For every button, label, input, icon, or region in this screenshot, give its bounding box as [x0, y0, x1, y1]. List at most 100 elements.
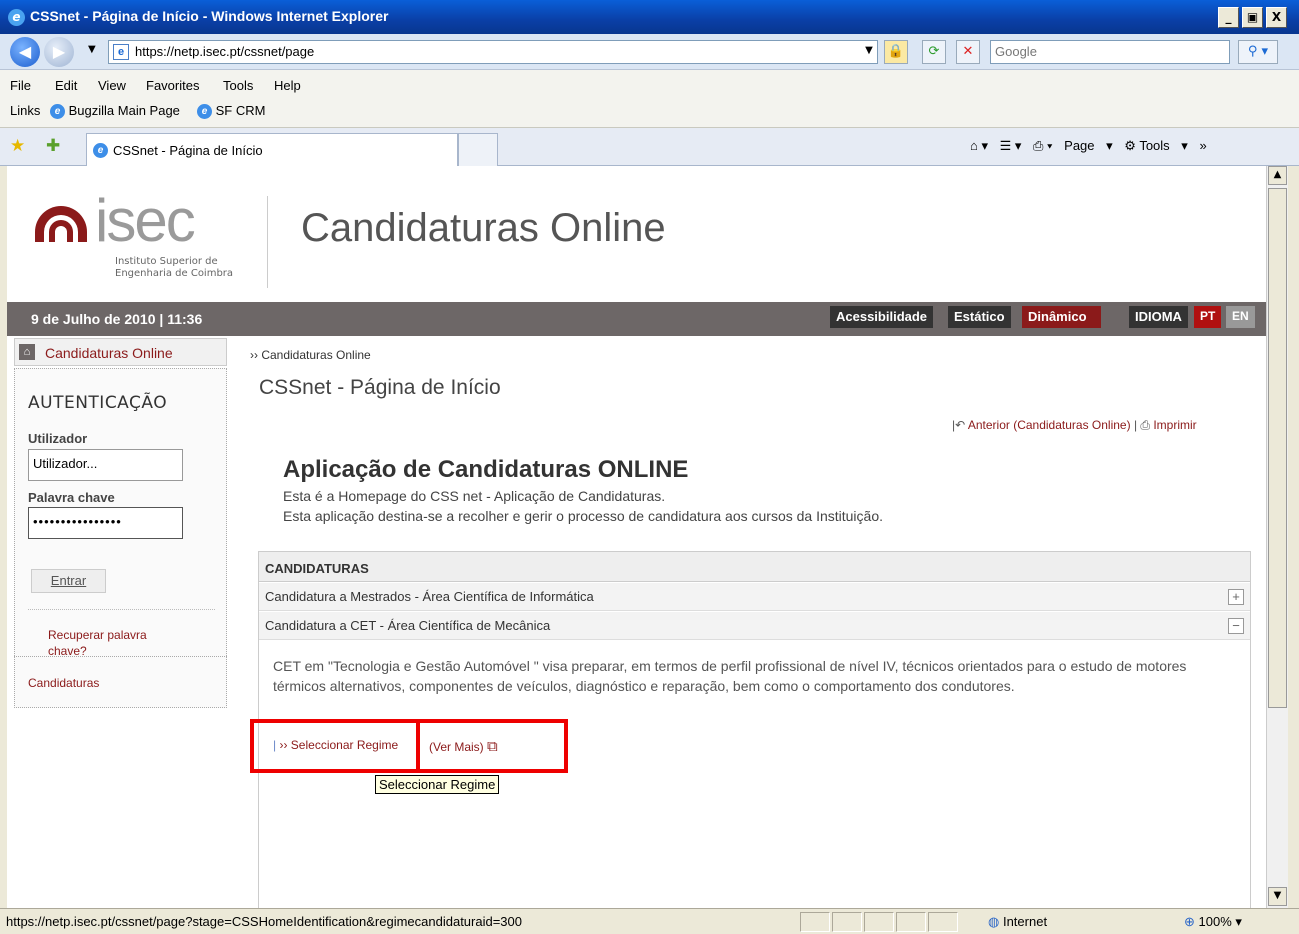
logo-subtitle: Instituto Superior de Engenharia de Coim… [115, 256, 234, 279]
refresh-icon[interactable]: ⟳ [922, 40, 946, 64]
auth-title: AUTENTICAÇÃO [28, 393, 168, 413]
security-zone: ◍ Internet [988, 914, 1048, 929]
search-icon[interactable]: ⚲ ▾ [1238, 40, 1278, 64]
date-label: 9 de Julho de 2010 | 11:36 [31, 311, 203, 327]
address-dropdown-icon[interactable]: ▼ [860, 40, 878, 64]
address-input[interactable]: e https://netp.isec.pt/cssnet/page [108, 40, 878, 64]
page-icon: e [113, 44, 129, 60]
site-title: Candidaturas Online [301, 206, 666, 250]
candidaturas-box: Candidaturas [14, 656, 227, 708]
password-field[interactable]: •••••••••••••••• [28, 507, 183, 539]
isec-logo: isec Instituto Superior de Engenharia de… [35, 187, 255, 280]
logo-inner-arch-icon [49, 220, 73, 242]
lang-en-button[interactable]: EN [1226, 306, 1255, 328]
print-link[interactable]: Imprimir [1153, 418, 1196, 432]
print-icon: | ⎙ [1133, 418, 1150, 432]
highlight-select-regime [250, 719, 420, 773]
divider [28, 609, 215, 610]
scroll-thumb[interactable] [1268, 188, 1287, 708]
row-cet[interactable]: Candidatura a CET - Área Científica de M… [259, 612, 1250, 640]
user-label: Utilizador [28, 431, 88, 446]
menu-view[interactable]: View [98, 78, 126, 93]
panel-title: CANDIDATURAS [259, 552, 1250, 582]
candidaturas-link[interactable]: Candidaturas [28, 676, 99, 690]
ie-link-icon: e [197, 104, 212, 120]
page-viewport: isec Instituto Superior de Engenharia de… [7, 166, 1266, 908]
link-bugzilla[interactable]: e Bugzilla Main Page [50, 103, 180, 120]
link-sfcrm[interactable]: e SF CRM [197, 103, 265, 120]
links-label: Links [10, 103, 41, 118]
header-divider [267, 196, 268, 288]
static-button[interactable]: Estático [948, 306, 1011, 328]
home-icon[interactable]: ⌂ ▾ [970, 138, 988, 153]
tab-cssnet[interactable]: e CSSnet - Página de Início [86, 133, 458, 166]
page-title: CSSnet - Página de Início [259, 376, 501, 399]
chevron-more-icon[interactable]: » [1199, 138, 1206, 153]
new-tab-button[interactable] [458, 133, 498, 166]
history-dropdown-icon[interactable]: ▼ [88, 44, 96, 55]
date-bar: 9 de Julho de 2010 | 11:36 Acessibilidad… [7, 302, 1266, 336]
scroll-down-icon[interactable]: ▼ [1268, 887, 1287, 906]
zoom-icon: ⊕ [1184, 914, 1195, 929]
menu-file[interactable]: File [10, 78, 31, 93]
tools-menu[interactable]: ⚙ Tools ▾ [1124, 138, 1188, 153]
ie-icon: e [8, 9, 25, 26]
stop-icon[interactable]: ✕ [956, 40, 980, 64]
tab-bar: ★ ✚ e CSSnet - Página de Início ⌂ ▾ ☰ ▾ … [0, 128, 1299, 166]
intro-line-1: Esta é a Homepage do CSS net - Aplicação… [283, 488, 666, 504]
ie-link-icon: e [50, 104, 65, 120]
dynamic-button[interactable]: Dinâmico [1022, 306, 1101, 328]
intro-line-2: Esta aplicação destina-se a recolher e g… [283, 508, 884, 524]
command-bar: ⌂ ▾ ☰ ▾ ⎙ ▾ Page ▾ ⚙ Tools ▾ » [970, 138, 1215, 154]
row-mestrados[interactable]: Candidatura a Mestrados - Área Científic… [259, 583, 1250, 611]
username-field[interactable]: Utilizador... [28, 449, 183, 481]
vertical-scrollbar[interactable]: ▲ ▼ [1266, 166, 1288, 908]
sidebar-home[interactable]: ⌂ Candidaturas Online [14, 338, 227, 366]
logo-word: isec [95, 187, 196, 254]
menu-edit[interactable]: Edit [55, 78, 77, 93]
password-label: Palavra chave [28, 490, 115, 505]
menu-bar: File Edit View Favorites Tools Help Link… [0, 70, 1299, 128]
page-actions: |↶ Anterior (Candidaturas Online) | ⎙ Im… [952, 418, 1197, 433]
minimize-button[interactable]: _ [1218, 7, 1239, 28]
auth-box: AUTENTICAÇÃO Utilizador Utilizador... Pa… [14, 368, 227, 680]
window-titlebar: e CSSnet - Página de Início - Windows In… [0, 0, 1299, 34]
zoom-level[interactable]: ⊕ 100% ▾ [1184, 914, 1242, 930]
tab-title: CSSnet - Página de Início [113, 143, 263, 158]
back-link[interactable]: Anterior (Candidaturas Online) [968, 418, 1131, 432]
favorites-star-icon[interactable]: ★ [10, 136, 25, 156]
globe-icon: ◍ [988, 914, 1000, 929]
accessibility-button[interactable]: Acessibilidade [830, 306, 934, 328]
close-button[interactable]: X [1266, 7, 1287, 28]
lang-pt-button[interactable]: PT [1194, 306, 1222, 328]
tooltip: Seleccionar Regime [375, 775, 500, 794]
feeds-icon[interactable]: ☰ ▾ [1000, 138, 1022, 153]
home-icon: ⌂ [19, 344, 35, 360]
page-menu[interactable]: Page ▾ [1064, 138, 1113, 153]
recover-password-link[interactable]: Recuperar palavra chave? [48, 627, 188, 659]
address-toolbar: ◀ ▶ ▼ e https://netp.isec.pt/cssnet/page… [0, 34, 1299, 70]
login-button[interactable]: Entrar [31, 569, 106, 593]
course-description: CET em "Tecnologia e Gestão Automóvel " … [273, 658, 1187, 694]
search-input[interactable]: Google [990, 40, 1230, 64]
forward-icon[interactable]: ▶ [44, 37, 74, 67]
ie-tab-icon: e [93, 143, 108, 158]
maximize-button[interactable]: ▣ [1242, 7, 1263, 28]
highlight-ver-mais [416, 719, 568, 773]
add-favorites-icon[interactable]: ✚ [46, 136, 60, 156]
lock-icon[interactable]: 🔒 [884, 40, 908, 64]
menu-help[interactable]: Help [274, 78, 301, 93]
expand-icon[interactable]: + [1228, 589, 1244, 605]
address-text: https://netp.isec.pt/cssnet/page [135, 44, 315, 59]
status-bar: https://netp.isec.pt/cssnet/page?stage=C… [0, 908, 1299, 934]
window-title: CSSnet - Página de Início - Windows Inte… [30, 8, 389, 24]
print-icon[interactable]: ⎙ ▾ [1033, 138, 1052, 153]
menu-favorites[interactable]: Favorites [146, 78, 199, 93]
breadcrumb[interactable]: ›› Candidaturas Online [250, 348, 371, 362]
back-icon[interactable]: ◀ [10, 37, 40, 67]
status-url: https://netp.isec.pt/cssnet/page?stage=C… [6, 914, 522, 929]
scroll-up-icon[interactable]: ▲ [1268, 166, 1287, 185]
menu-tools[interactable]: Tools [223, 78, 253, 93]
collapse-icon[interactable]: − [1228, 618, 1244, 634]
back-arrow-icon: |↶ [952, 418, 966, 432]
